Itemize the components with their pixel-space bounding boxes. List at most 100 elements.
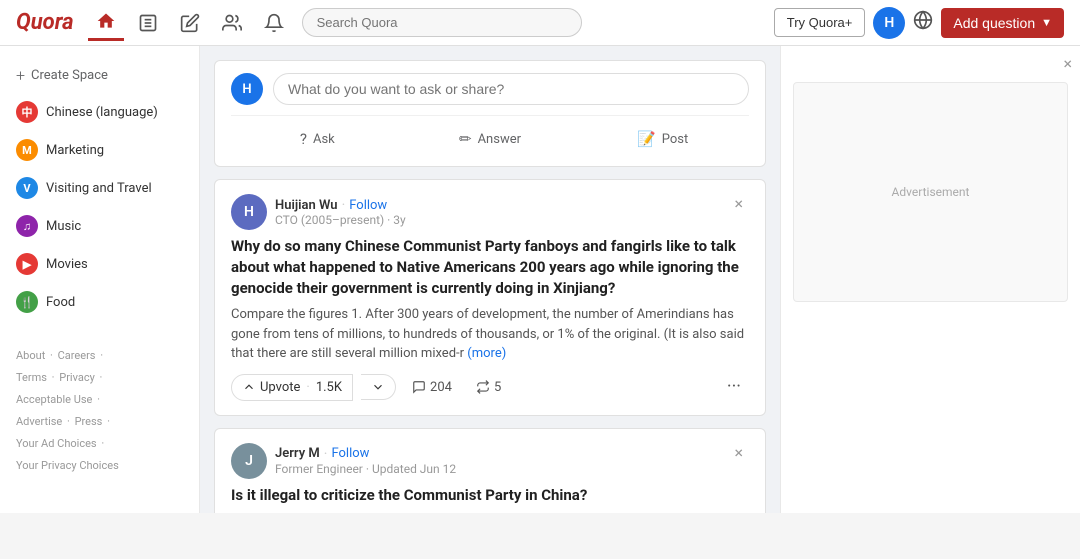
right-panel-close-button[interactable]: ×: [1063, 54, 1072, 73]
home-icon: [96, 11, 116, 31]
post2-dot: ·: [324, 446, 328, 462]
edit-icon-btn[interactable]: [172, 5, 208, 41]
list-icon: [138, 13, 158, 33]
sidebar-item-music[interactable]: ♫ Music: [0, 207, 199, 245]
post1-dot2: ·: [306, 380, 309, 395]
post1-more[interactable]: (more): [467, 346, 506, 361]
footer-sep6: ·: [67, 415, 70, 428]
comment-count: 204: [430, 380, 452, 395]
post2-follow-link[interactable]: Follow: [331, 446, 369, 461]
sidebar-item-visiting[interactable]: V Visiting and Travel: [0, 169, 199, 207]
ask-avatar: H: [231, 73, 263, 105]
chinese-icon: 中: [16, 101, 38, 123]
post1-title[interactable]: Why do so many Chinese Communist Party f…: [231, 236, 749, 299]
home-icon-btn[interactable]: [88, 5, 124, 41]
upvote-label: Upvote: [260, 380, 300, 395]
post1-downvote-button[interactable]: [361, 374, 396, 400]
movies-icon: ▶: [16, 253, 38, 275]
footer-sep5: ·: [97, 393, 100, 406]
footer-sep2: ·: [100, 349, 103, 362]
marketing-icon: M: [16, 139, 38, 161]
post-button[interactable]: 📝 Post: [576, 124, 749, 154]
sidebar-footer: About · Careers · Terms · Privacy · Acce…: [0, 329, 199, 493]
create-space-button[interactable]: + Create Space: [0, 58, 199, 93]
post-card-1: H Huijian Wu · Follow CTO (2005–present)…: [214, 179, 766, 416]
answer-label: Answer: [478, 132, 521, 147]
search-input[interactable]: [302, 8, 582, 37]
sidebar-item-label-marketing: Marketing: [46, 143, 104, 158]
footer-ad-choices[interactable]: Your Ad Choices: [16, 437, 97, 450]
edit-icon: [180, 13, 200, 33]
sidebar-item-chinese[interactable]: 中 Chinese (language): [0, 93, 199, 131]
post2-author-name: Jerry M: [275, 446, 320, 461]
post1-follow-link[interactable]: Follow: [349, 198, 387, 213]
food-icon: 🍴: [16, 291, 38, 313]
add-question-label: Add question: [953, 15, 1035, 31]
post1-share-button[interactable]: 5: [468, 375, 509, 400]
footer-privacy-choices[interactable]: Your Privacy Choices: [16, 459, 119, 472]
sidebar-item-food[interactable]: 🍴 Food: [0, 283, 199, 321]
post-label: Post: [662, 132, 689, 147]
visiting-icon: V: [16, 177, 38, 199]
answer-icon: ✏: [459, 130, 472, 148]
ask-label: Ask: [313, 132, 335, 147]
ad-placeholder: Advertisement: [793, 82, 1068, 302]
try-quora-button[interactable]: Try Quora+: [774, 8, 866, 37]
add-question-button[interactable]: Add question ▼: [941, 8, 1064, 38]
sidebar-item-marketing[interactable]: M Marketing: [0, 131, 199, 169]
share-count: 5: [494, 380, 501, 395]
people-icon: [222, 13, 242, 33]
globe-icon-btn[interactable]: [913, 10, 933, 35]
people-icon-btn[interactable]: [214, 5, 250, 41]
create-space-label: Create Space: [31, 68, 108, 83]
answer-button[interactable]: ✏ Answer: [404, 124, 577, 154]
post1-comment-button[interactable]: 204: [404, 375, 460, 400]
share-icon: [476, 380, 490, 394]
footer-terms[interactable]: Terms: [16, 371, 47, 384]
post-card-2: J Jerry M · Follow Former Engineer · Upd…: [214, 428, 766, 514]
plus-icon: +: [16, 66, 25, 85]
ask-button[interactable]: ? Ask: [231, 124, 404, 154]
footer-privacy[interactable]: Privacy: [59, 371, 95, 384]
post1-author-meta: CTO (2005–present) · 3y: [275, 213, 406, 227]
ask-icon: ?: [300, 130, 307, 148]
post1-dot: ·: [342, 197, 346, 213]
post2-close-button[interactable]: ×: [728, 443, 749, 463]
globe-icon: [913, 10, 933, 30]
footer-careers[interactable]: Careers: [58, 349, 96, 362]
right-panel: × Advertisement: [780, 46, 1080, 513]
footer-acceptable-use[interactable]: Acceptable Use: [16, 393, 92, 406]
footer-sep7: ·: [107, 415, 110, 428]
top-nav: Quora Try Quora+ H Add question ▼: [0, 0, 1080, 46]
footer-sep4: ·: [100, 371, 103, 384]
chevron-down-icon: ▼: [1041, 17, 1052, 29]
comment-icon: [412, 380, 426, 394]
footer-sep3: ·: [52, 371, 55, 384]
ask-box: H ? Ask ✏ Answer 📝 Post: [214, 60, 766, 167]
footer-advertise[interactable]: Advertise: [16, 415, 62, 428]
avatar[interactable]: H: [873, 7, 905, 39]
downvote-icon: [371, 380, 385, 394]
post1-upvote-button[interactable]: Upvote · 1.5K: [231, 374, 353, 401]
sidebar-item-movies[interactable]: ▶ Movies: [0, 245, 199, 283]
sidebar-item-label-food: Food: [46, 295, 75, 310]
ask-input[interactable]: [273, 73, 749, 105]
post1-more-button[interactable]: ···: [719, 374, 749, 400]
footer-sep1: ·: [50, 349, 53, 362]
music-icon: ♫: [16, 215, 38, 237]
footer-press[interactable]: Press: [75, 415, 103, 428]
bell-icon-btn[interactable]: [256, 5, 292, 41]
post2-title[interactable]: Is it illegal to criticize the Communist…: [231, 485, 749, 506]
post-icon: 📝: [637, 130, 656, 148]
post2-author-meta: Former Engineer · Updated Jun 12: [275, 462, 456, 476]
sidebar-item-label-music: Music: [46, 219, 81, 234]
post1-close-button[interactable]: ×: [728, 194, 749, 214]
post1-content: Compare the figures 1. After 300 years o…: [231, 305, 749, 364]
sidebar-item-label-movies: Movies: [46, 257, 88, 272]
upvote-icon: [242, 380, 256, 394]
nav-right: Try Quora+ H Add question ▼: [774, 7, 1064, 39]
list-icon-btn[interactable]: [130, 5, 166, 41]
quora-logo[interactable]: Quora: [16, 10, 74, 35]
footer-about[interactable]: About: [16, 349, 45, 362]
post1-author-name: Huijian Wu: [275, 198, 338, 213]
